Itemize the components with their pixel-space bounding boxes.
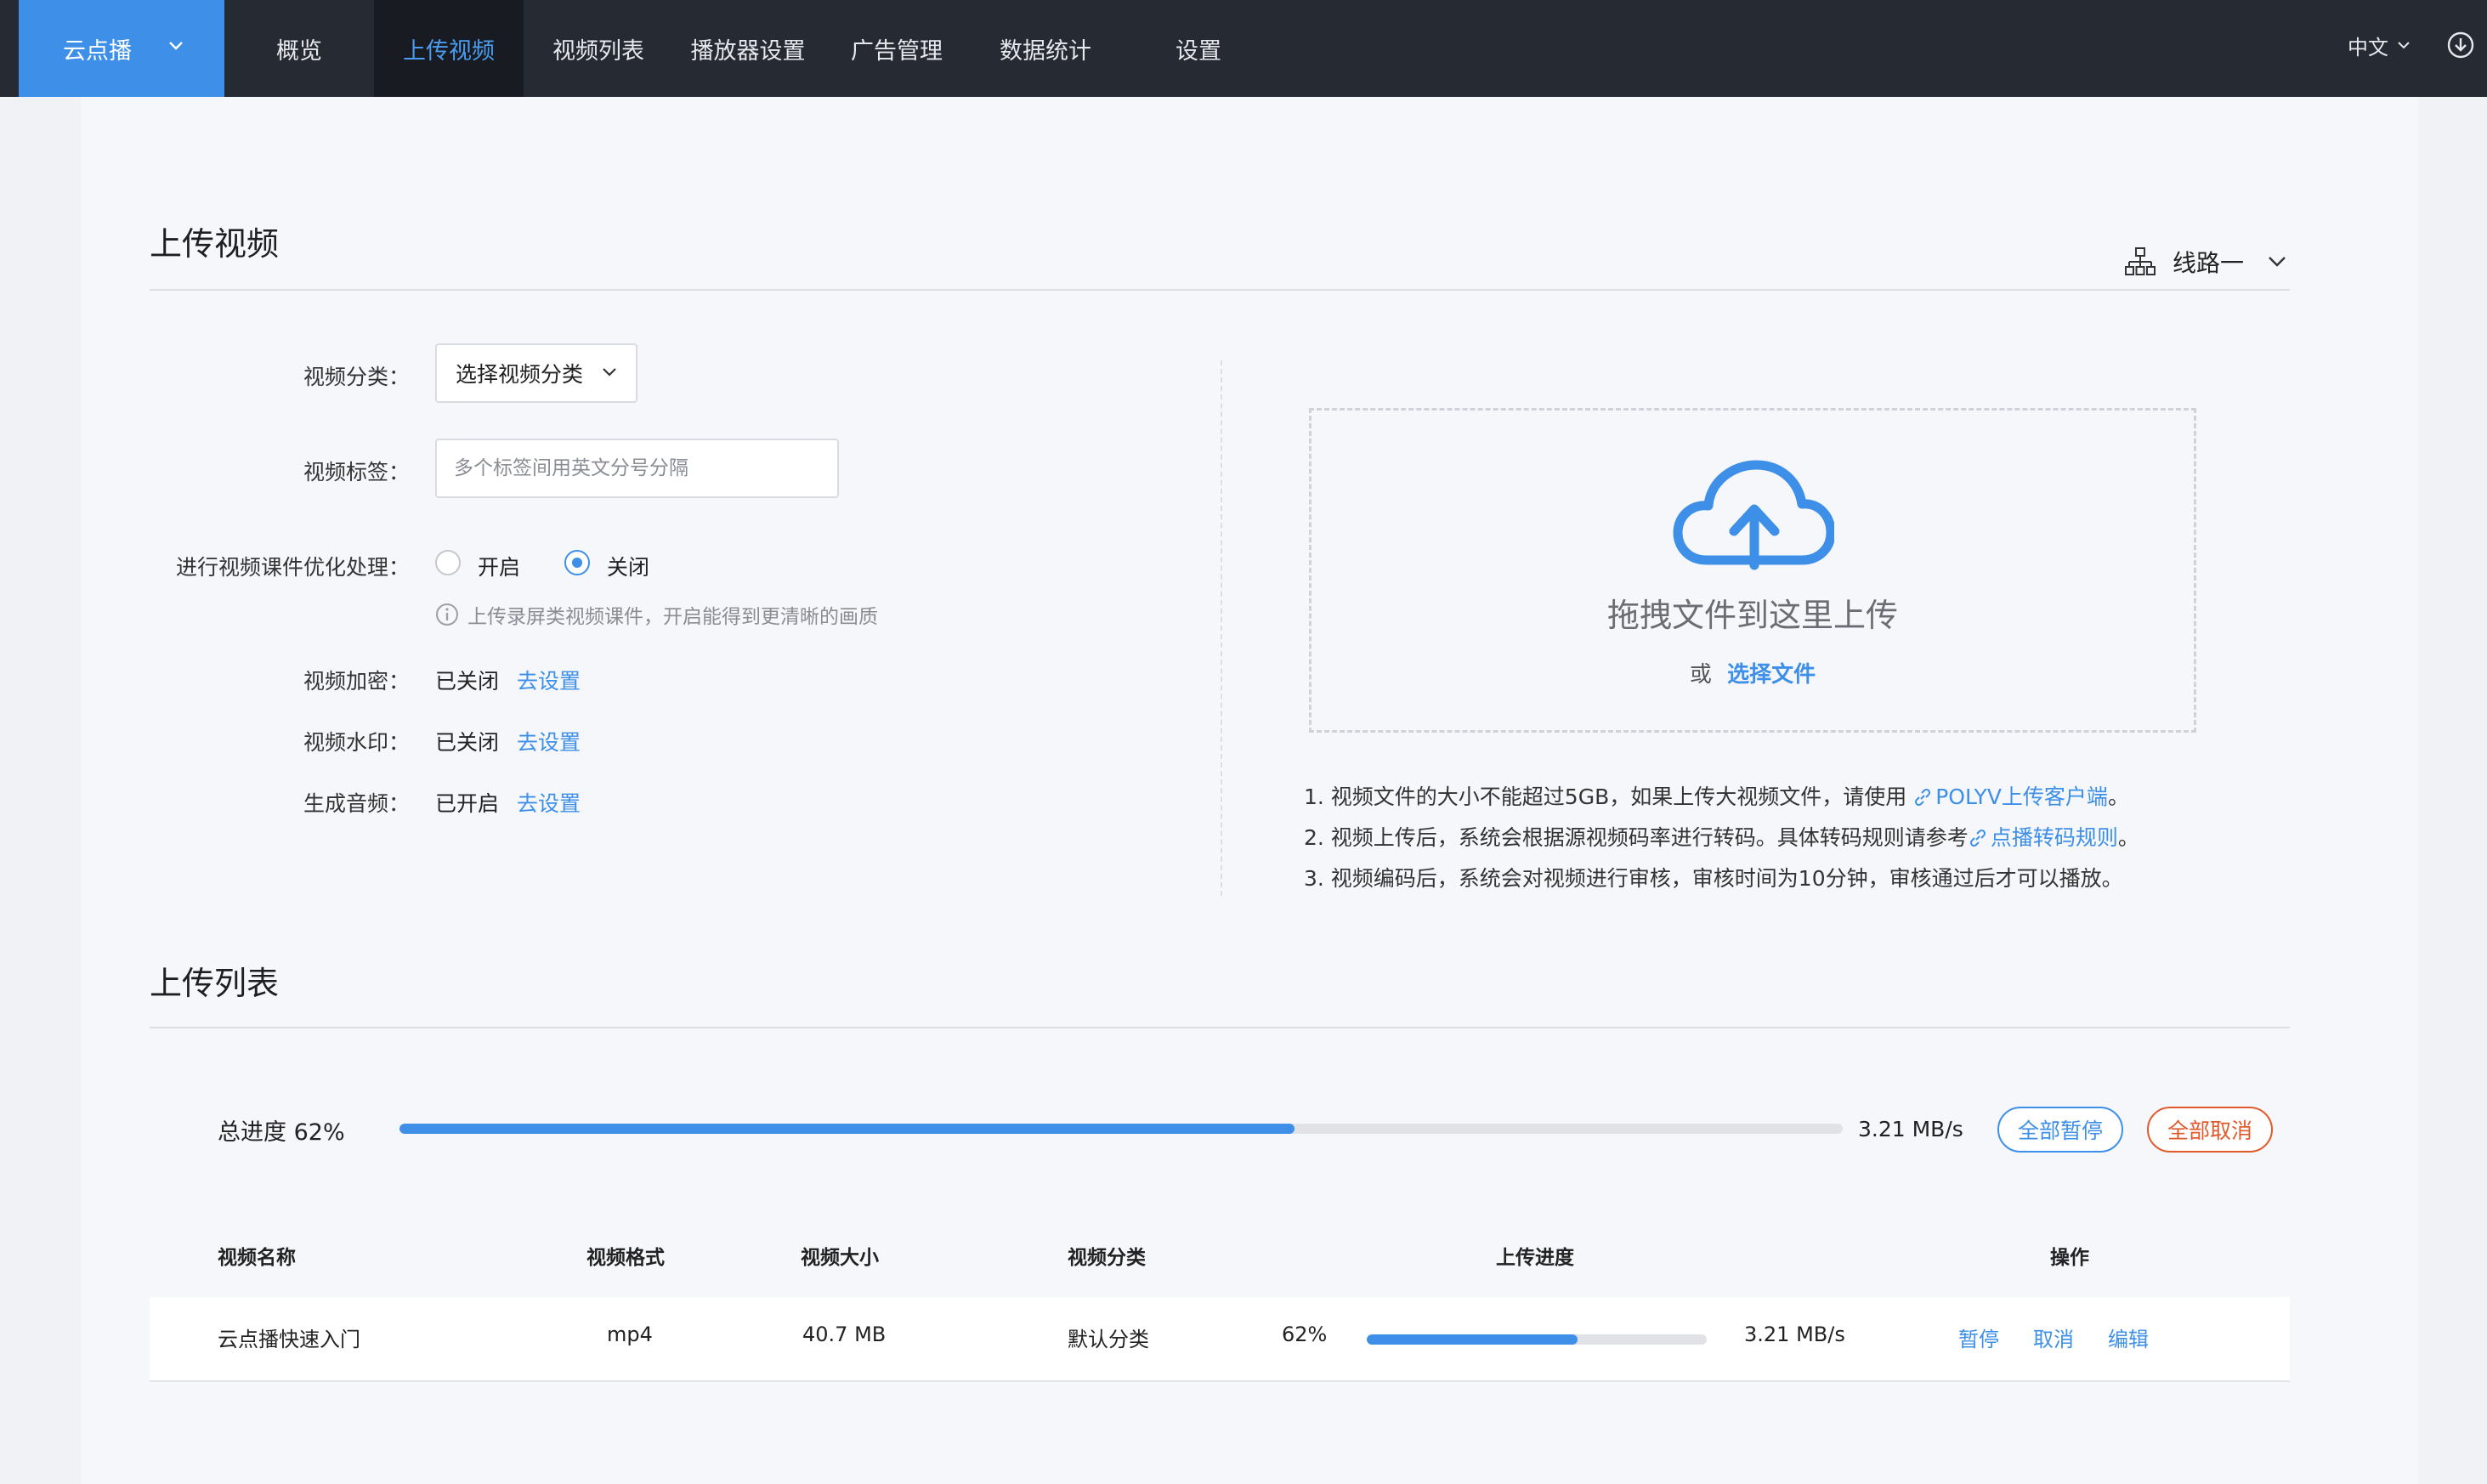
row-progress-fill bbox=[1367, 1334, 1578, 1345]
encrypt-settings-link[interactable]: 去设置 bbox=[517, 665, 581, 695]
note-1-text: 1. 视频文件的大小不能超过5GB，如果上传大视频文件，请使用 bbox=[1304, 784, 1914, 809]
total-progress-label: 总进度 62% bbox=[218, 1119, 345, 1146]
optimize-on-radio[interactable] bbox=[435, 550, 461, 575]
chevron-down-icon bbox=[2269, 257, 2286, 267]
nav-data-stats[interactable]: 数据统计 bbox=[986, 0, 1105, 97]
watermark-value: 已关闭 bbox=[435, 730, 500, 755]
watermark-settings-link[interactable]: 去设置 bbox=[517, 726, 581, 756]
route-selector[interactable]: 线路一 bbox=[2125, 245, 2286, 279]
column-header-name: 视频名称 bbox=[218, 1247, 296, 1269]
transcode-rules-link[interactable]: 点播转码规则 bbox=[1991, 825, 2118, 850]
upload-section-title: 上传视频 bbox=[150, 225, 280, 263]
nav-overview[interactable]: 概览 bbox=[246, 0, 352, 97]
optimize-hint-text: 上传录屏类视频课件，开启能得到更清晰的画质 bbox=[467, 606, 878, 628]
nav-ad-management[interactable]: 广告管理 bbox=[841, 0, 952, 97]
note-2: 2. 视频上传后，系统会根据源视频码率进行转码。具体转码规则请参考 点播转码规则。 bbox=[1304, 821, 2139, 852]
note-1-tail: 。 bbox=[2107, 784, 2129, 809]
note-3-text: 3. 视频编码后，系统会对视频进行审核，审核时间为10分钟，审核通过后才可以播放… bbox=[1304, 866, 2123, 891]
audio-label: 生成音频： bbox=[303, 791, 410, 816]
audio-settings-link[interactable]: 去设置 bbox=[517, 787, 581, 818]
language-selector[interactable]: 中文 bbox=[2348, 0, 2411, 90]
dropzone-or: 或 bbox=[1689, 662, 1712, 688]
link-icon bbox=[1969, 829, 1986, 847]
audio-value: 已开启 bbox=[435, 791, 500, 816]
download-icon[interactable] bbox=[2446, 31, 2475, 59]
note-1: 1. 视频文件的大小不能超过5GB，如果上传大视频文件，请使用 POLYV上传客… bbox=[1304, 780, 2129, 811]
row-size: 40.7 MB bbox=[802, 1323, 887, 1346]
nav-settings[interactable]: 设置 bbox=[1156, 0, 1241, 97]
nav-upload-video[interactable]: 上传视频 bbox=[374, 0, 524, 97]
optimize-off-label: 关闭 bbox=[607, 555, 650, 580]
optimize-on-label: 开启 bbox=[478, 555, 521, 580]
row-speed: 3.21 MB/s bbox=[1744, 1323, 1845, 1346]
chevron-down-icon bbox=[2398, 42, 2410, 49]
product-switcher[interactable]: 云点播 bbox=[19, 0, 224, 97]
note-2-tail: 。 bbox=[2117, 825, 2139, 850]
info-icon bbox=[436, 603, 458, 626]
note-2-text: 2. 视频上传后，系统会根据源视频码率进行转码。具体转码规则请参考 bbox=[1304, 825, 1969, 850]
note-3: 3. 视频编码后，系统会对视频进行审核，审核时间为10分钟，审核通过后才可以播放… bbox=[1304, 862, 2123, 892]
category-label: 视频分类： bbox=[303, 365, 410, 389]
cancel-all-button[interactable]: 全部取消 bbox=[2147, 1107, 2273, 1153]
brand-label: 云点播 bbox=[63, 37, 132, 65]
polyv-client-link[interactable]: POLYV上传客户端 bbox=[1935, 784, 2108, 809]
column-header-actions: 操作 bbox=[2050, 1247, 2089, 1269]
optimize-hint: 上传录屏类视频课件，开启能得到更清晰的画质 bbox=[435, 600, 878, 629]
link-icon bbox=[1915, 788, 1931, 807]
tags-label: 视频标签： bbox=[303, 460, 410, 484]
category-select[interactable]: 选择视频分类 bbox=[435, 343, 637, 403]
column-header-category: 视频分类 bbox=[1068, 1247, 1146, 1269]
vertical-divider bbox=[1221, 360, 1222, 896]
row-edit-button[interactable]: 编辑 bbox=[2108, 1323, 2149, 1352]
total-progress-fill bbox=[399, 1124, 1294, 1134]
row-name: 云点播快速入门 bbox=[218, 1328, 360, 1351]
total-speed: 3.21 MB/s bbox=[1858, 1117, 1963, 1141]
category-select-value: 选择视频分类 bbox=[456, 362, 584, 387]
nav-player-settings[interactable]: 播放器设置 bbox=[680, 0, 816, 97]
encrypt-label: 视频加密： bbox=[303, 669, 410, 694]
column-header-size: 视频大小 bbox=[801, 1247, 879, 1269]
row-category: 默认分类 bbox=[1068, 1328, 1149, 1351]
language-label: 中文 bbox=[2348, 35, 2388, 59]
section-divider bbox=[150, 289, 2290, 291]
nav-video-list[interactable]: 视频列表 bbox=[535, 0, 661, 97]
dropzone-title: 拖拽文件到这里上传 bbox=[1606, 597, 1898, 634]
tags-input[interactable] bbox=[435, 439, 839, 498]
row-progress-text: 62% bbox=[1282, 1323, 1328, 1346]
dropzone-subtitle: 或 选择文件 bbox=[1311, 657, 2194, 688]
route-label: 线路一 bbox=[2173, 249, 2245, 277]
choose-file-link[interactable]: 选择文件 bbox=[1727, 662, 1816, 688]
row-format: mp4 bbox=[607, 1323, 653, 1346]
chevron-down-icon bbox=[603, 368, 616, 377]
column-header-format: 视频格式 bbox=[586, 1247, 665, 1269]
section-divider bbox=[150, 1027, 2290, 1028]
list-section-title: 上传列表 bbox=[150, 965, 280, 1002]
column-header-progress: 上传进度 bbox=[1496, 1247, 1574, 1269]
row-progress-bar bbox=[1367, 1334, 1707, 1345]
chevron-down-icon bbox=[169, 42, 183, 50]
upload-dropzone[interactable]: 拖拽文件到这里上传 或 选择文件 bbox=[1309, 408, 2196, 733]
encrypt-value: 已关闭 bbox=[435, 669, 500, 694]
top-nav: 云点播 概览 上传视频 视频列表 播放器设置 广告管理 数据统计 设置 中文 bbox=[0, 0, 2487, 97]
optimize-off-radio[interactable] bbox=[564, 550, 590, 575]
row-pause-button[interactable]: 暂停 bbox=[1958, 1323, 1999, 1352]
row-cancel-button[interactable]: 取消 bbox=[2033, 1323, 2074, 1352]
network-icon bbox=[2125, 247, 2156, 275]
pause-all-button[interactable]: 全部暂停 bbox=[1997, 1107, 2123, 1153]
cloud-upload-icon bbox=[1673, 460, 1834, 570]
optimize-label: 进行视频课件优化处理： bbox=[175, 555, 410, 580]
total-progress-bar bbox=[399, 1124, 1843, 1134]
watermark-label: 视频水印： bbox=[303, 730, 410, 755]
